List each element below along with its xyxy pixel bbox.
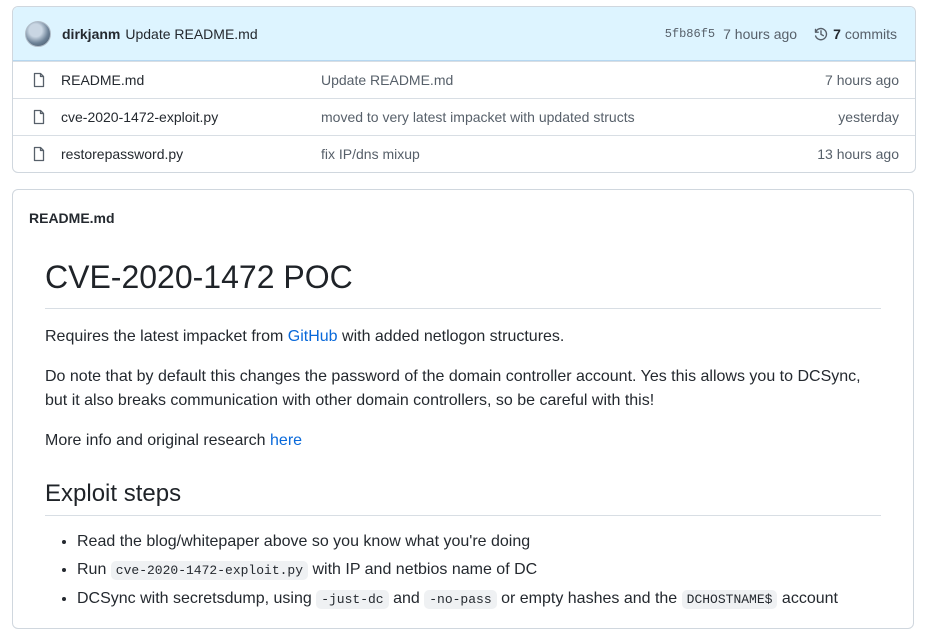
file-commit-message[interactable]: moved to very latest impacket with updat… [321,109,838,125]
inline-code: -no-pass [424,590,497,609]
text: and [388,590,425,607]
text: or empty hashes and the [496,590,682,607]
file-name[interactable]: cve-2020-1472-exploit.py [61,109,321,125]
readme-filename[interactable]: README.md [13,190,913,236]
text: account [777,590,838,607]
file-time: yesterday [838,109,899,125]
file-commit-message[interactable]: fix IP/dns mixup [321,146,817,162]
text: Run [77,561,111,578]
text: with added netlogon structures. [337,328,565,345]
file-row[interactable]: cve-2020-1472-exploit.py moved to very l… [13,98,915,135]
commit-time: 7 hours ago [723,25,798,42]
github-link[interactable]: GitHub [288,328,338,345]
commit-author[interactable]: dirkjanm [62,26,120,42]
text: Requires the latest impacket from [45,328,288,345]
history-icon [814,27,828,40]
steps-list: Read the blog/whitepaper above so you kn… [45,530,881,612]
commit-sha[interactable]: 5fb86f5 [665,27,715,41]
text: with IP and netbios name of DC [308,561,538,578]
file-browser: dirkjanm Update README.md 5fb86f5 7 hour… [12,6,916,173]
file-icon [33,109,45,125]
inline-code: DCHOSTNAME$ [681,590,778,609]
file-row[interactable]: restorepassword.py fix IP/dns mixup 13 h… [13,135,915,172]
commit-count: 7 [833,25,841,42]
readme-paragraph: Requires the latest impacket from GitHub… [45,325,881,349]
text: More info and original research [45,432,271,449]
list-item: DCSync with secretsdump, using -just-dc … [77,587,881,612]
file-time: 13 hours ago [817,146,899,162]
section-heading: Exploit steps [45,479,881,516]
list-item: Read the blog/whitepaper above so you kn… [77,530,881,554]
readme-title: CVE-2020-1472 POC [45,257,881,309]
latest-commit-bar: dirkjanm Update README.md 5fb86f5 7 hour… [13,7,915,61]
file-row[interactable]: README.md Update README.md 7 hours ago [13,61,915,98]
avatar[interactable] [25,20,51,47]
inline-code: -just-dc [316,590,389,609]
list-item: Run cve-2020-1472-exploit.py with IP and… [77,558,881,583]
text: DCSync with secretsdump, using [77,590,317,607]
inline-code: cve-2020-1472-exploit.py [110,561,309,580]
file-icon [33,72,45,88]
readme-content: CVE-2020-1472 POC Requires the latest im… [13,257,913,612]
commits-link[interactable]: 7 commits [813,26,897,42]
commit-message[interactable]: Update README.md [125,26,257,42]
file-name[interactable]: restorepassword.py [61,146,321,162]
here-link[interactable]: here [270,432,302,449]
readme-panel: README.md CVE-2020-1472 POC Requires the… [12,189,914,629]
commits-label: commits [844,25,897,42]
readme-paragraph: Do note that by default this changes the… [45,368,861,409]
file-commit-message[interactable]: Update README.md [321,72,825,88]
file-time: 7 hours ago [825,72,899,88]
readme-paragraph: More info and original research here [45,429,881,453]
file-icon [33,146,45,162]
file-name[interactable]: README.md [61,72,321,88]
